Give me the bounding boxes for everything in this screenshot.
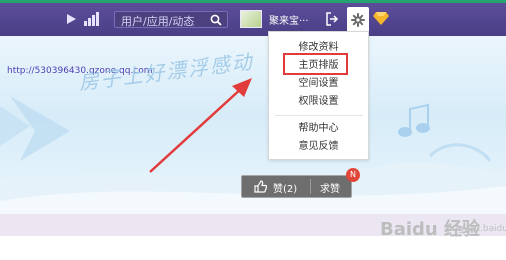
- search-input[interactable]: [119, 13, 211, 29]
- top-accent-line: [0, 0, 506, 3]
- top-navigation-bar: 聚来宝···: [0, 0, 506, 36]
- new-badge: N: [346, 168, 360, 182]
- music-bars-icon[interactable]: [84, 12, 100, 26]
- logout-icon[interactable]: [325, 12, 339, 26]
- menu-item-permission-settings[interactable]: 权限设置: [269, 94, 368, 109]
- highlight-box: [283, 53, 348, 75]
- menu-divider: [275, 115, 363, 116]
- like-count-label[interactable]: 赞(2): [273, 180, 297, 195]
- thumbs-up-icon[interactable]: [254, 180, 267, 193]
- vip-diamond-icon[interactable]: [373, 11, 389, 26]
- avatar[interactable]: [240, 10, 262, 28]
- gear-icon: [351, 13, 365, 27]
- like-divider: [310, 179, 311, 194]
- watermark-url: jingyan.baidu.com: [447, 224, 506, 234]
- menu-item-space-settings[interactable]: 空间设置: [269, 76, 368, 91]
- ask-like-button[interactable]: 求赞: [320, 180, 340, 195]
- search-box: [114, 11, 228, 29]
- settings-button[interactable]: [347, 7, 369, 31]
- username-label[interactable]: 聚来宝···: [269, 12, 309, 27]
- settings-dropdown-menu: 修改资料 主页排版 空间设置 权限设置 帮助中心 意见反馈: [268, 31, 369, 160]
- menu-item-feedback[interactable]: 意见反馈: [269, 139, 368, 154]
- search-icon[interactable]: [210, 14, 222, 26]
- menu-item-help-center[interactable]: 帮助中心: [269, 121, 368, 136]
- play-icon[interactable]: [63, 12, 79, 26]
- like-widget: 赞(2) 求赞: [241, 175, 352, 198]
